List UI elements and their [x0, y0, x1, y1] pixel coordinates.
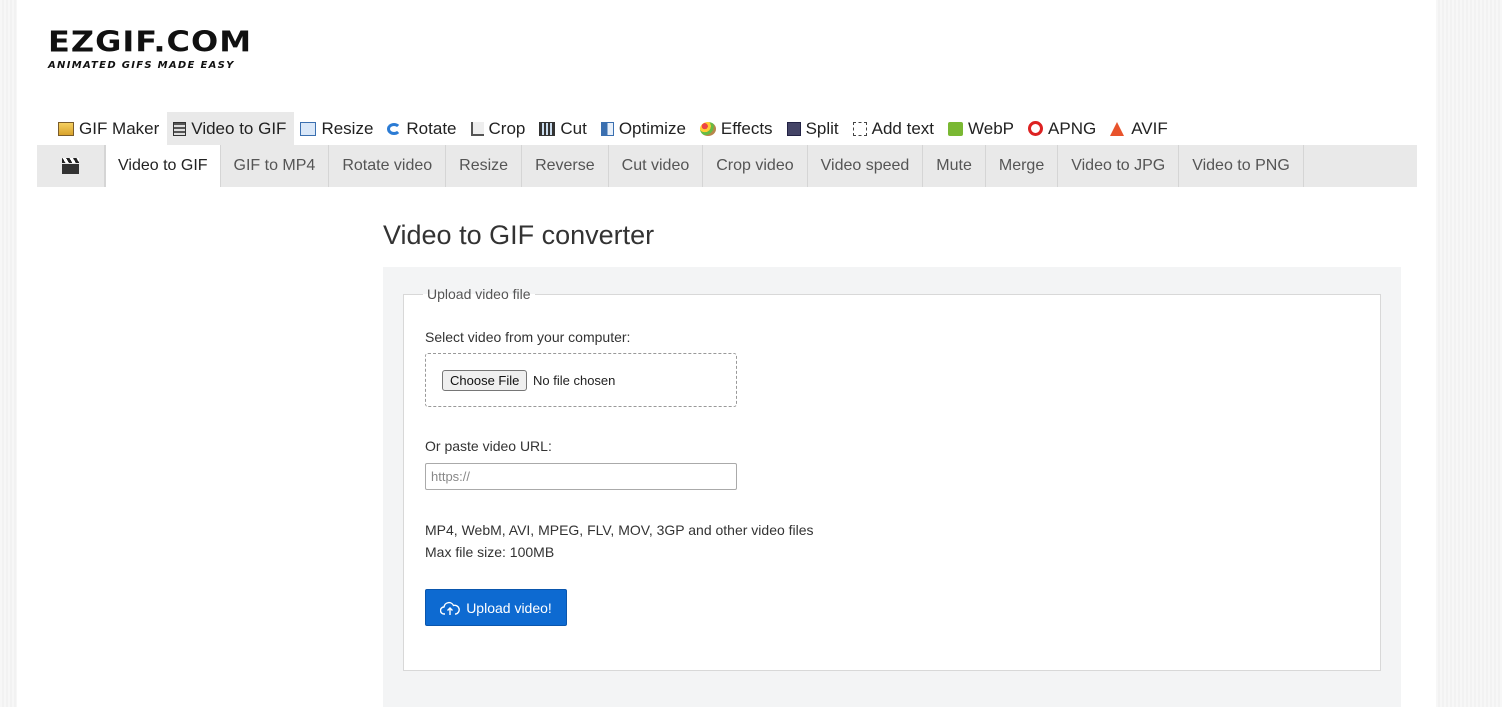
file-drop-zone[interactable]: Choose File No file chosen [425, 353, 737, 407]
effects-icon [699, 121, 716, 136]
nav-label: Resize [321, 118, 374, 138]
nav-label: Effects [720, 118, 773, 138]
select-video-label: Select video from your computer: [425, 329, 631, 345]
optimize-icon [600, 121, 614, 136]
resize-icon [300, 121, 317, 136]
subnav-resize[interactable]: Resize [446, 145, 523, 187]
video-icon [173, 121, 187, 136]
upload-legend: Upload video file [423, 286, 535, 302]
subnav-video-to-png[interactable]: Video to PNG [1179, 145, 1304, 187]
main-nav: GIF Maker Video to GIF Resize Rotate Cro… [52, 112, 1176, 145]
subnav-gif-to-mp4[interactable]: GIF to MP4 [221, 145, 330, 187]
split-icon [786, 121, 801, 136]
nav-add-text[interactable]: Add text [847, 112, 942, 145]
clapperboard-icon-cell [37, 145, 105, 187]
subnav-merge[interactable]: Merge [986, 145, 1059, 187]
nav-avif[interactable]: AVIF [1104, 112, 1176, 145]
subnav-mute[interactable]: Mute [923, 145, 986, 187]
nav-crop[interactable]: Crop [465, 112, 534, 145]
nav-video-to-gif[interactable]: Video to GIF [167, 112, 295, 145]
subnav-video-to-gif[interactable]: Video to GIF [105, 145, 221, 187]
nav-label: Rotate [406, 118, 457, 138]
url-label: Or paste video URL: [425, 438, 552, 454]
site-logo[interactable]: EZGIF.COM ANIMATED GIFS MADE EASY [48, 24, 278, 71]
video-url-input[interactable] [425, 463, 737, 490]
nav-split[interactable]: Split [781, 112, 847, 145]
subnav-video-speed[interactable]: Video speed [808, 145, 924, 187]
upload-video-button[interactable]: Upload video! [425, 589, 567, 626]
nav-effects[interactable]: Effects [694, 112, 781, 145]
sub-nav: Video to GIF GIF to MP4 Rotate video Res… [37, 145, 1417, 187]
nav-webp[interactable]: WebP [942, 112, 1022, 145]
logo-title: EZGIF.COM [48, 24, 253, 59]
upload-panel: Upload video file Select video from your… [383, 267, 1401, 707]
rotate-icon [387, 122, 402, 135]
cut-icon [539, 121, 556, 136]
avif-icon [1110, 121, 1125, 136]
nav-label: WebP [968, 118, 1015, 138]
nav-label: Crop [488, 118, 526, 138]
webp-icon [948, 121, 964, 136]
nav-label: GIF Maker [79, 118, 160, 138]
cloud-upload-icon [440, 601, 461, 615]
nav-label: Video to GIF [191, 118, 287, 138]
no-file-chosen-text: No file chosen [533, 373, 616, 388]
subnav-rotate-video[interactable]: Rotate video [329, 145, 447, 187]
nav-cut[interactable]: Cut [533, 112, 594, 145]
gif-maker-icon [58, 121, 74, 136]
nav-resize[interactable]: Resize [294, 112, 381, 145]
subnav-crop-video[interactable]: Crop video [703, 145, 808, 187]
max-size-text: Max file size: 100MB [425, 544, 555, 560]
nav-label: Cut [560, 118, 587, 138]
apng-icon [1028, 121, 1044, 136]
nav-label: Split [805, 118, 839, 138]
crop-icon [470, 121, 484, 136]
subnav-video-to-jpg[interactable]: Video to JPG [1058, 145, 1180, 187]
choose-file-button[interactable]: Choose File [442, 370, 528, 391]
clapperboard-icon [62, 158, 79, 174]
page-title: Video to GIF converter [383, 220, 655, 250]
nav-apng[interactable]: APNG [1022, 112, 1104, 145]
subnav-cut-video[interactable]: Cut video [609, 145, 704, 187]
nav-gif-maker[interactable]: GIF Maker [52, 112, 167, 145]
logo-tagline: ANIMATED GIFS MADE EASY [48, 60, 235, 71]
nav-label: APNG [1048, 118, 1097, 138]
subnav-reverse[interactable]: Reverse [522, 145, 609, 187]
page: EZGIF.COM ANIMATED GIFS MADE EASY GIF Ma… [17, 0, 1436, 707]
add-text-icon [852, 121, 867, 136]
nav-label: Optimize [618, 118, 686, 138]
nav-label: AVIF [1131, 118, 1168, 138]
nav-rotate[interactable]: Rotate [381, 112, 464, 145]
formats-text: MP4, WebM, AVI, MPEG, FLV, MOV, 3GP and … [425, 522, 814, 538]
upload-button-label: Upload video! [466, 599, 552, 616]
nav-optimize[interactable]: Optimize [595, 112, 694, 145]
nav-label: Add text [871, 118, 935, 138]
